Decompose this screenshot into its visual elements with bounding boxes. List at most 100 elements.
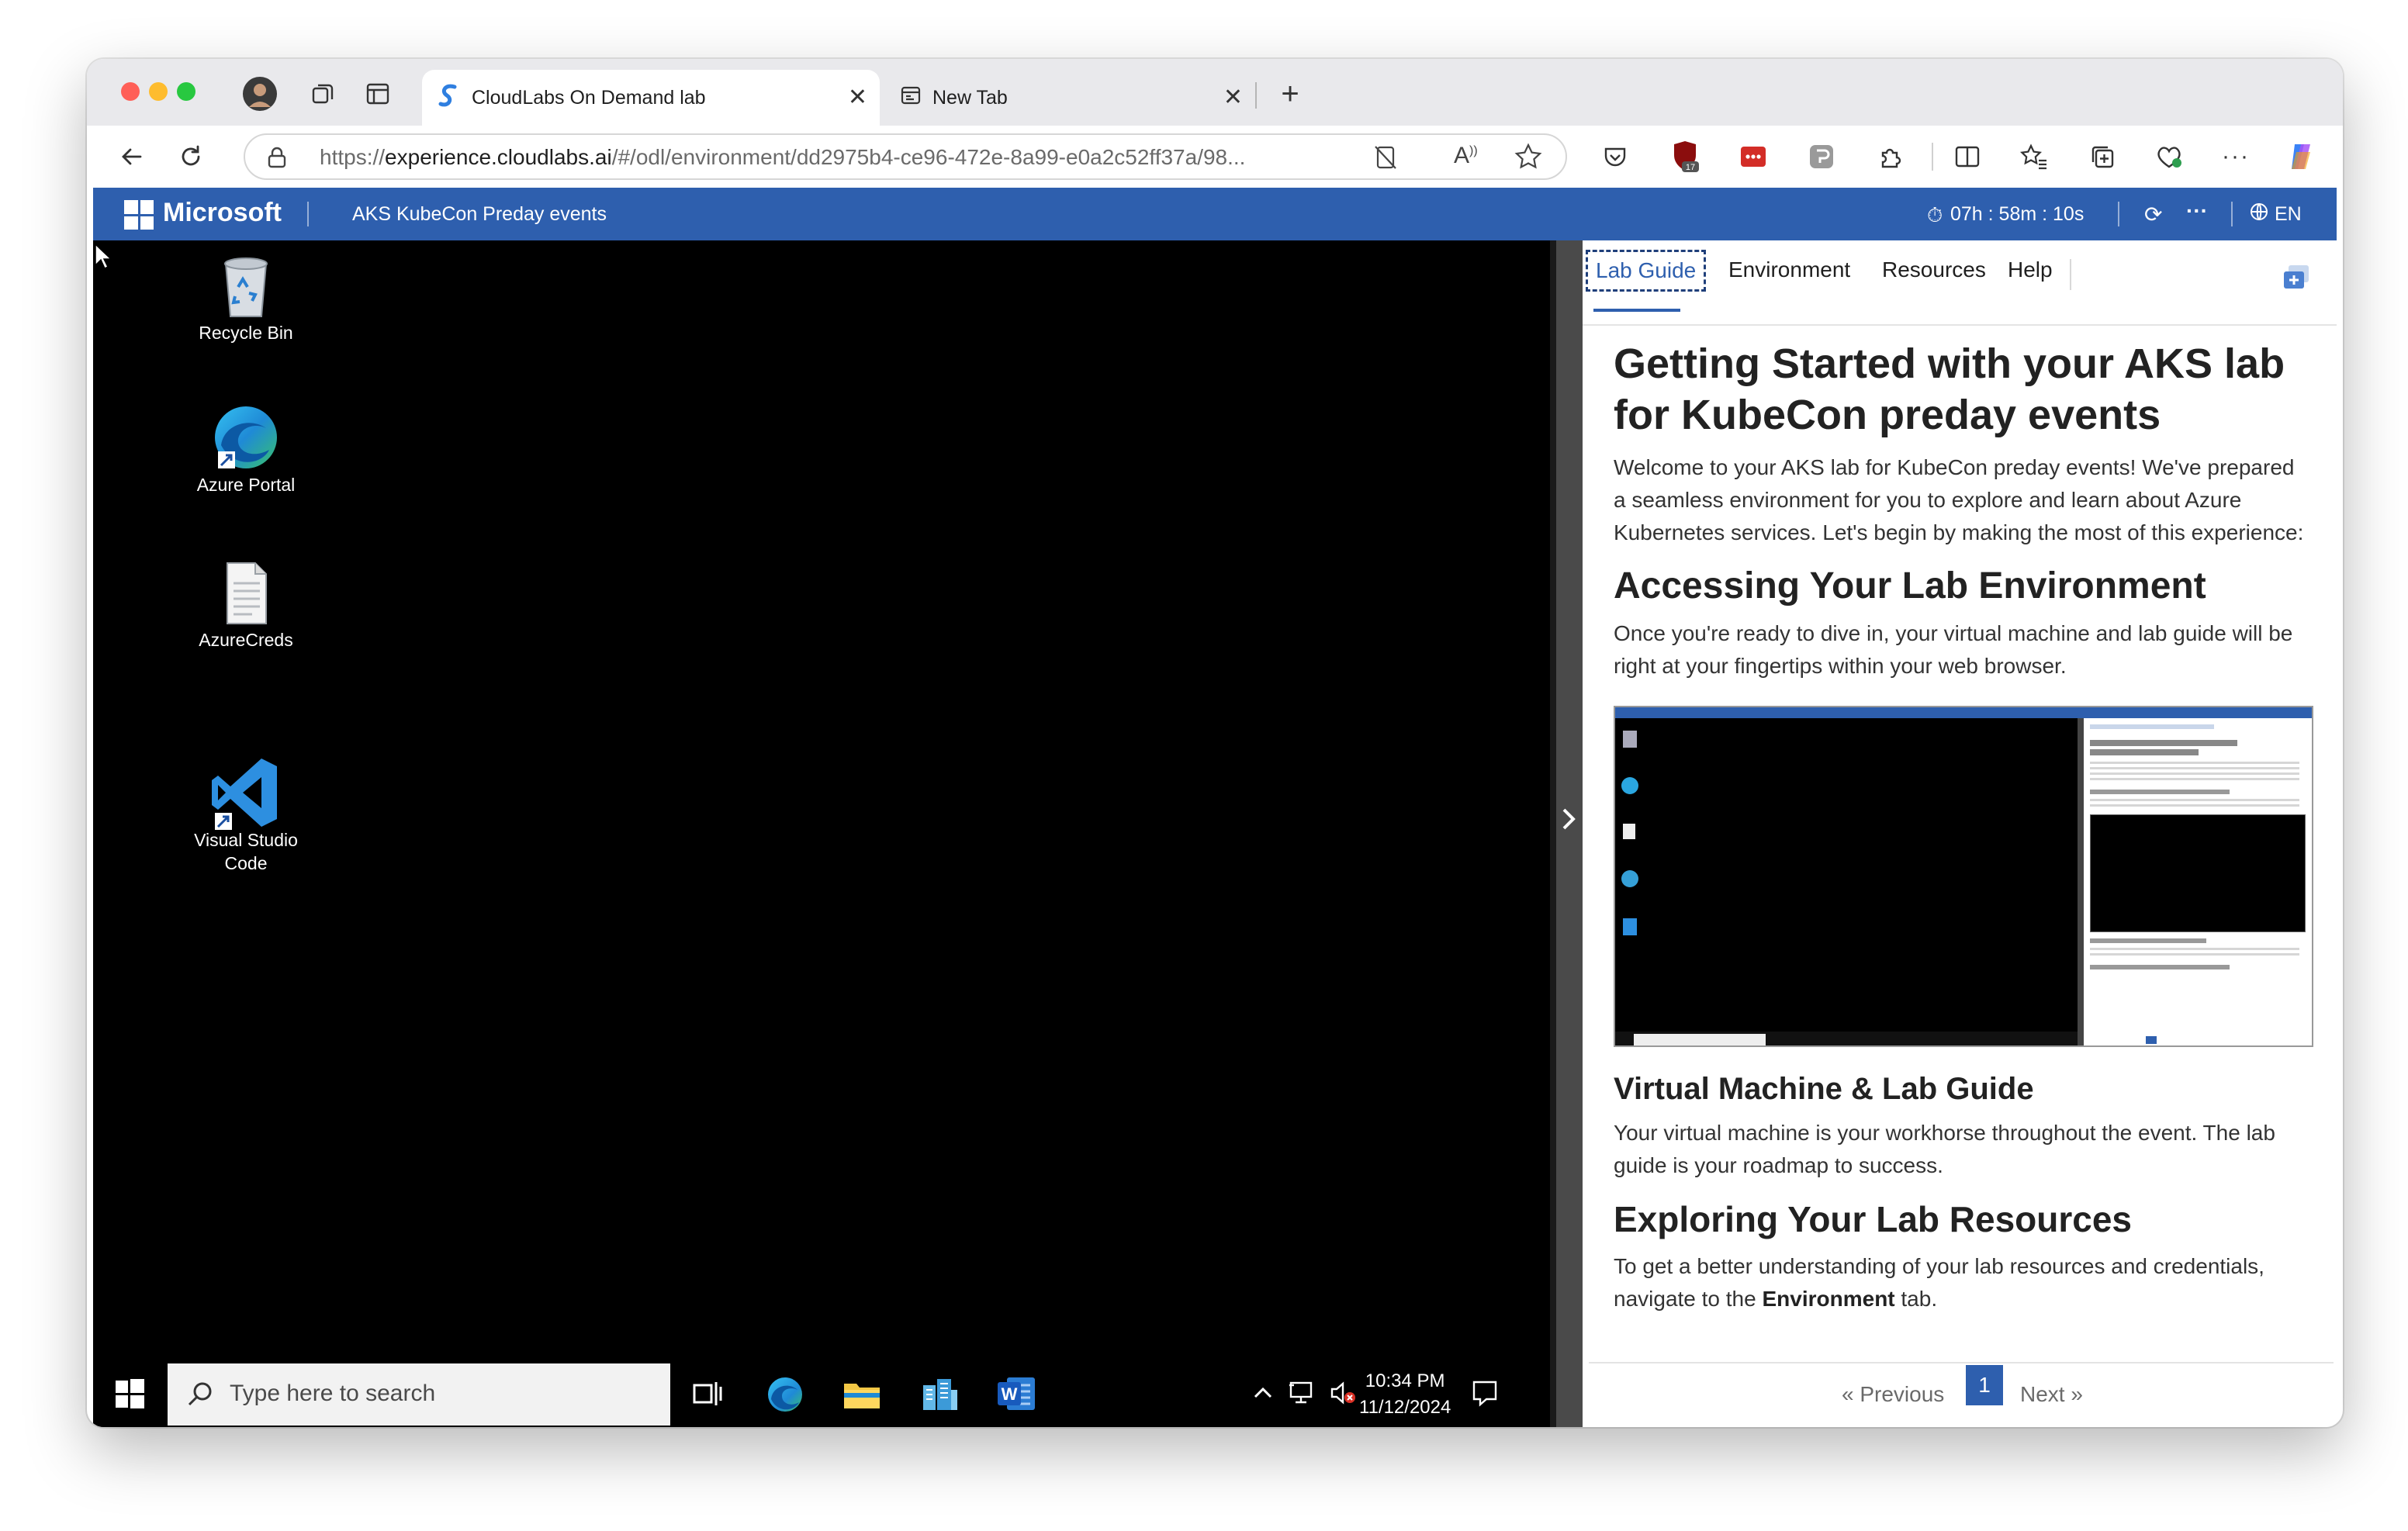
close-tab-icon[interactable]: ✕ [848,84,867,111]
refresh-lab-icon[interactable]: ⟳ [2144,202,2162,227]
new-tab-button[interactable]: + [1272,76,1308,112]
back-button[interactable] [113,138,150,175]
extension-ublock-icon[interactable]: 17 [1666,138,1704,175]
windows-taskbar: Type here to search W 10:34 PM 11/12/202… [93,1362,1550,1427]
collapse-panel-chevron-icon[interactable] [1556,804,1579,838]
close-tab-icon[interactable]: ✕ [1223,84,1243,111]
new-tab-favicon-icon [900,85,922,112]
lock-icon[interactable] [267,146,287,173]
edge-taskbar-icon[interactable] [765,1374,805,1419]
browser-window: CloudLabs On Demand lab ✕ New Tab ✕ + ht… [87,59,2343,1427]
task-view-icon[interactable] [692,1379,723,1412]
panel-splitter[interactable] [1550,240,1583,1427]
lab-environment-screenshot[interactable] [1614,706,2313,1047]
word-icon[interactable]: W [996,1376,1036,1415]
network-icon[interactable] [1288,1381,1314,1409]
cloudlabs-favicon-icon [438,82,461,114]
browser-essentials-icon[interactable] [2150,138,2188,175]
more-menu-icon[interactable]: ··· [2186,199,2208,223]
current-page-number[interactable]: 1 [1966,1365,2003,1405]
clock-date: 11/12/2024 [1359,1397,1451,1418]
tracking-prevention-icon[interactable] [1373,144,1398,175]
maximize-window-button[interactable] [177,82,195,101]
vscode-desktop-icon[interactable]: Visual Studio Code [188,714,304,898]
tab-environment[interactable]: Environment [1728,257,1850,282]
screenshot-search [1634,1034,1766,1045]
lab-guide-title: Getting Started with your AKS lab for Ku… [1614,340,2285,438]
screenshot-title-line [2090,740,2237,746]
tab-resources[interactable]: Resources [1882,257,1986,282]
section-paragraph-vm: Your virtual machine is your workhorse t… [1614,1121,2275,1177]
vm-desktop[interactable]: Recycle Bin Azure Portal AzureCreds Visu… [93,240,1550,1427]
open-in-new-window-icon[interactable] [2281,264,2312,295]
screenshot-text-block [2090,799,2299,810]
section-heading-resources: Exploring Your Lab Resources [1614,1199,2133,1239]
cloudlabs-header-bar: Microsoft AKS KubeCon Preday events ⏱ 07… [93,188,2337,240]
screenshot-heading-line [2090,938,2206,943]
copilot-icon[interactable] [2282,138,2320,175]
extension-lastpass-icon[interactable] [1735,138,1772,175]
collections-icon[interactable] [2084,138,2121,175]
screenshot-doc-icon [1623,824,1635,839]
profile-avatar[interactable] [242,76,278,112]
extensions-puzzle-icon[interactable] [1871,138,1908,175]
file-explorer-icon[interactable] [842,1377,881,1415]
refresh-button[interactable] [172,138,209,175]
recycle-bin-desktop-icon[interactable]: Recycle Bin [188,253,304,344]
section-paragraph-accessing: Once you're ready to dive in, your virtu… [1614,621,2293,678]
header-divider [2118,202,2119,226]
taskbar-search-box[interactable]: Type here to search [168,1363,670,1426]
tab-cloudlabs[interactable]: CloudLabs On Demand lab ✕ [422,70,880,126]
volume-muted-icon[interactable] [1330,1381,1356,1409]
screenshot-desktop [1615,718,2078,1045]
taskbar-clock[interactable]: 10:34 PM 11/12/2024 [1359,1368,1451,1421]
event-title: AKS KubeCon Preday events [352,203,607,225]
tab-title: New Tab [932,86,1008,109]
tray-chevron-up-icon[interactable] [1252,1382,1274,1408]
language-selector[interactable]: EN [2275,203,2302,226]
azurecreds-desktop-icon[interactable]: AzureCreds [188,560,304,651]
intro-paragraph: Welcome to your AKS lab for KubeCon pred… [1614,455,2304,544]
screenshot-edge2-icon [1621,870,1638,887]
workspaces-icon[interactable] [306,76,341,112]
screenshot-heading-line [2090,965,2230,969]
lab-guide-panel: Lab Guide Environment Resources Help Get… [1583,240,2337,1427]
windows-start-icon[interactable] [115,1379,144,1412]
tab-new-tab[interactable]: New Tab ✕ [880,70,1255,126]
previous-page-link[interactable]: « Previous [1842,1382,1944,1407]
vertical-tabs-icon[interactable] [360,76,396,112]
screenshot-panel [2084,718,2312,1045]
tab-lab-guide[interactable]: Lab Guide [1586,250,1707,292]
notification-center-icon[interactable] [1471,1379,1499,1411]
url-text[interactable]: https://experience.cloudlabs.ai/#/odl/en… [320,145,1245,170]
favorites-icon[interactable] [2015,138,2053,175]
active-tab-indicator [1593,309,1680,312]
next-page-link[interactable]: Next » [2020,1382,2083,1407]
screenshot-edge-icon [1621,777,1638,794]
split-screen-icon[interactable] [1949,138,1986,175]
tab-help[interactable]: Help [2008,257,2053,282]
vscode-icon [212,737,277,830]
section-heading-accessing: Accessing Your Lab Environment [1614,565,2206,607]
globe-icon[interactable] [2250,202,2268,226]
read-aloud-icon[interactable]: A)) [1454,143,1478,169]
mouse-cursor-icon [95,243,112,274]
header-divider [307,202,309,226]
azure-portal-desktop-icon[interactable]: Azure Portal [188,405,304,496]
pocket-icon[interactable] [1597,138,1634,175]
svg-text:17: 17 [1686,163,1695,172]
extension-gray-icon[interactable] [1803,138,1840,175]
tab-strip: CloudLabs On Demand lab ✕ New Tab ✕ + [87,59,2343,126]
lab-panel-tabs: Lab Guide Environment Resources Help [1583,240,2337,326]
minimize-window-button[interactable] [149,82,168,101]
brand-name: Microsoft [163,198,282,227]
screenshot-nested-image [2090,814,2306,932]
favorite-star-icon[interactable] [1514,143,1542,175]
more-options-icon[interactable]: ··· [2217,138,2254,175]
azure-buildings-icon[interactable] [920,1374,959,1417]
screenshot-title-line [2090,749,2199,755]
close-window-button[interactable] [121,82,140,101]
tab-divider [1255,82,1257,109]
address-bar[interactable]: https://experience.cloudlabs.ai/#/odl/en… [244,133,1567,180]
navigation-bar: https://experience.cloudlabs.ai/#/odl/en… [87,126,2343,188]
